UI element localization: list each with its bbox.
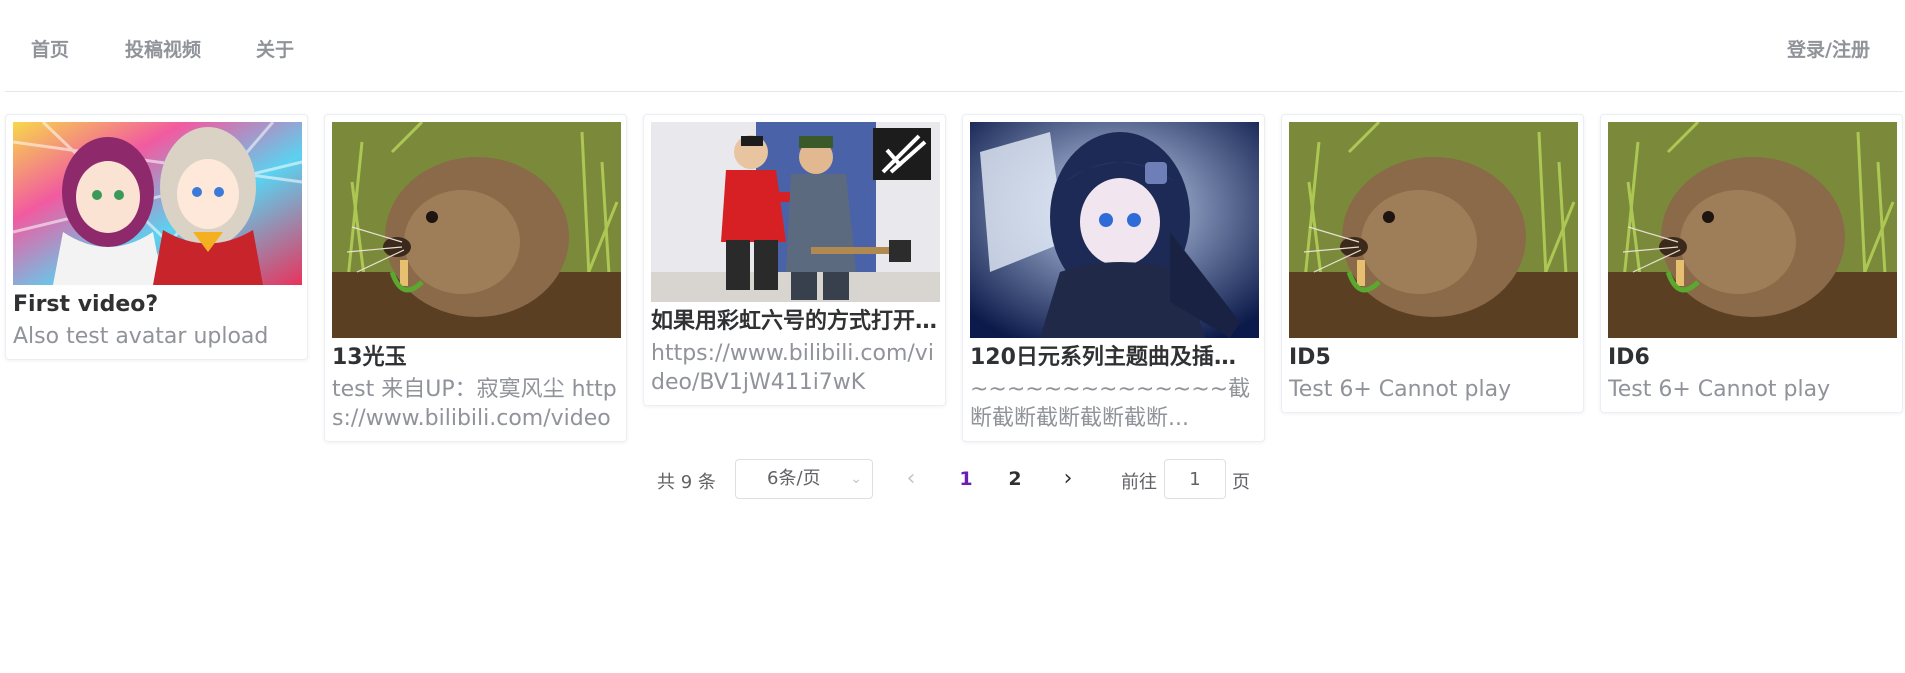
- goto-page-input[interactable]: [1164, 459, 1226, 499]
- page-size-value: 6条/页: [767, 468, 821, 489]
- video-title[interactable]: ID5: [1289, 343, 1576, 373]
- video-card[interactable]: ID6 Test 6+ Cannot play: [1600, 114, 1903, 413]
- page-suffix-label: 页: [1232, 472, 1250, 493]
- video-title[interactable]: ID6: [1608, 343, 1895, 373]
- pagination-total: 共 9 条: [657, 472, 716, 493]
- video-description: https://www.bilibili.com/video/BV1jW411i…: [651, 341, 934, 395]
- video-description: ~~~~~~~~~~~~~~截断截断截断截断截断...: [970, 377, 1251, 431]
- video-description: Test 6+ Cannot play: [1289, 377, 1512, 402]
- pagination: 共 9 条 6条/页 ⌄ ‹ 1 2 › 前往 页: [0, 459, 1905, 499]
- top-nav: 首页 投稿视频 关于 登录/注册: [5, 0, 1903, 92]
- gopher-thumbnail[interactable]: [1608, 122, 1897, 338]
- anime-girls-thumbnail[interactable]: [13, 122, 302, 285]
- nav-login-register[interactable]: 登录/注册: [1787, 38, 1870, 62]
- page-number-1[interactable]: 1: [954, 459, 978, 499]
- video-card[interactable]: 13光玉 test 来自UP：寂寞风尘 https://www.bilibili…: [324, 114, 627, 442]
- video-card[interactable]: 如果用彩虹六号的方式打开... https://www.bilibili.com…: [643, 114, 946, 406]
- goto-label: 前往: [1121, 472, 1157, 493]
- gopher-thumbnail[interactable]: [1289, 122, 1578, 338]
- page-size-select[interactable]: 6条/页 ⌄: [735, 459, 873, 499]
- video-card[interactable]: ID5 Test 6+ Cannot play: [1281, 114, 1584, 413]
- nav-upload-video[interactable]: 投稿视频: [125, 38, 201, 62]
- sketch-comedy-thumbnail[interactable]: [651, 122, 940, 302]
- anime-girl-thumbnail[interactable]: [970, 122, 1259, 338]
- prev-page-button[interactable]: ‹: [899, 459, 923, 499]
- page-number-2[interactable]: 2: [1003, 459, 1027, 499]
- nav-about[interactable]: 关于: [256, 38, 294, 62]
- video-title[interactable]: 120日元系列主题曲及插入...: [970, 343, 1257, 373]
- video-description: Also test avatar upload: [13, 324, 269, 349]
- video-card[interactable]: 120日元系列主题曲及插入... ~~~~~~~~~~~~~~截断截断截断截断截…: [962, 114, 1265, 442]
- next-page-button[interactable]: ›: [1056, 459, 1080, 499]
- video-title[interactable]: 如果用彩虹六号的方式打开...: [651, 307, 938, 337]
- video-title[interactable]: 13光玉: [332, 343, 619, 373]
- chevron-down-icon: ⌄: [850, 471, 862, 487]
- gopher-thumbnail[interactable]: [332, 122, 621, 338]
- video-title[interactable]: First video?: [13, 290, 300, 320]
- video-description: test 来自UP：寂寞风尘 https://www.bilibili.com/…: [332, 377, 617, 431]
- video-description: Test 6+ Cannot play: [1608, 377, 1831, 402]
- video-card[interactable]: First video? Also test avatar upload: [5, 114, 308, 360]
- nav-home[interactable]: 首页: [31, 38, 69, 62]
